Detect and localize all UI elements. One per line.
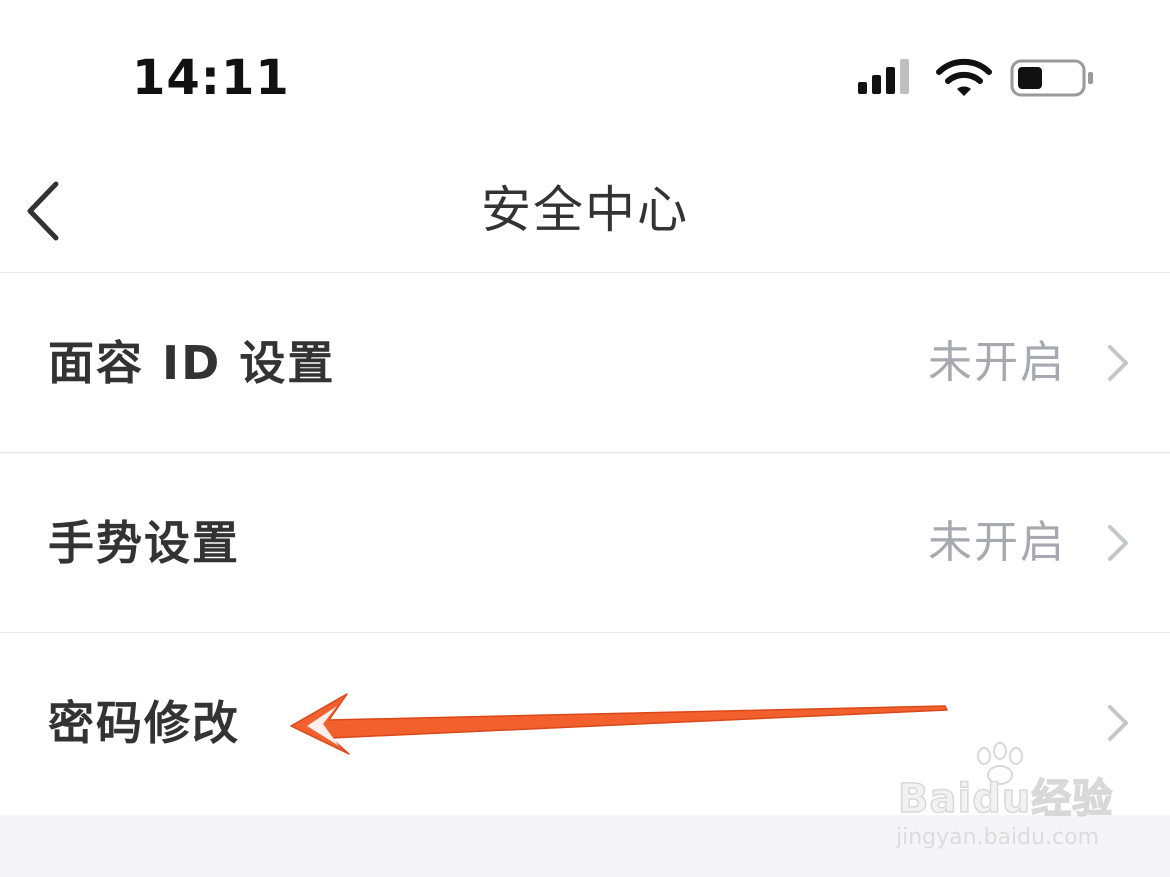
- baidu-watermark: Baidu经验 jingyan.baidu.com: [892, 742, 1114, 862]
- status-time: 14:11: [132, 50, 290, 106]
- status-bar: 14:11: [0, 0, 1170, 150]
- annotation-arrow-icon: [290, 693, 948, 755]
- face-id-settings-row[interactable]: 面容 ID 设置 未开启: [0, 273, 1170, 453]
- battery-icon: [1010, 59, 1093, 97]
- password-change-label: 密码修改: [48, 696, 240, 750]
- status-icons: [856, 58, 1096, 98]
- gesture-status: 未开启: [928, 517, 1066, 568]
- face-id-settings-label: 面容 ID 设置: [48, 336, 336, 390]
- phone-screen: 14:11 安全中心 面容 ID 设置 未开启 手势设置 未开启 密码修改 Ba…: [0, 0, 1170, 877]
- gesture-settings-row[interactable]: 手势设置 未开启: [0, 453, 1170, 633]
- watermark-brand: Baidu经验: [897, 775, 1114, 823]
- cellular-signal-icon: [858, 59, 909, 94]
- watermark-url: jingyan.baidu.com: [896, 825, 1100, 850]
- face-id-status: 未开启: [928, 337, 1066, 388]
- nav-bar: 安全中心: [0, 150, 1170, 273]
- chevron-right-icon: [1108, 345, 1128, 381]
- gesture-settings-label: 手势设置: [48, 516, 240, 570]
- page-title: 安全中心: [481, 181, 689, 239]
- wifi-icon: [936, 58, 992, 96]
- chevron-right-icon: [1108, 525, 1128, 561]
- chevron-right-icon: [1108, 705, 1128, 741]
